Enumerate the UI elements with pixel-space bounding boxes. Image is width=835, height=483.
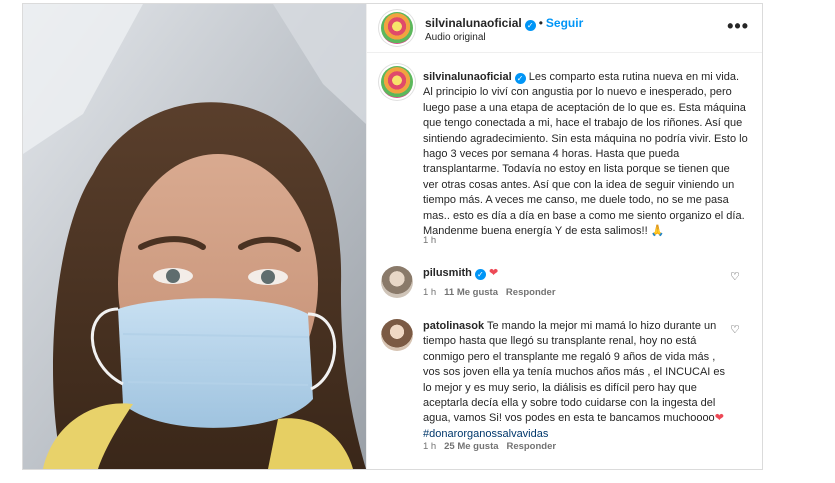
author-avatar[interactable] — [381, 12, 413, 44]
comment-author[interactable]: patolinasok — [423, 320, 484, 332]
comment-likes[interactable]: 11 Me gusta — [444, 287, 498, 298]
post-header: silvinalunaoficial ✓ • Seguir Audio origina… — [367, 4, 762, 53]
post-details-panel: silvinalunaoficial ✓ • Seguir Audio origina… — [366, 4, 762, 469]
heart-outline-icon[interactable]: ♡ — [730, 325, 740, 336]
author-username[interactable]: silvinalunaoficial — [425, 16, 522, 30]
verified-badge-icon: ✓ — [474, 269, 486, 280]
caption-author-username[interactable]: silvinalunaoficial — [423, 71, 512, 83]
verified-badge-icon: ✓ — [514, 73, 526, 84]
more-options-icon[interactable]: ••• — [727, 16, 749, 37]
comment-text: Te mando la mejor mi mamá lo hizo durant… — [423, 320, 726, 425]
comment-author[interactable]: pilusmith — [423, 267, 472, 279]
comment-meta: 1 h 25 Me gusta Responder — [423, 441, 556, 452]
comment-time[interactable]: 1 h — [423, 287, 436, 298]
audio-original-link[interactable]: Audio original — [425, 32, 486, 43]
comment-pilusmith: pilusmith ✓ ❤ — [423, 266, 498, 281]
comment-time[interactable]: 1 h — [423, 441, 436, 452]
hashtag-link[interactable]: #donarorganossalvavidas — [423, 428, 548, 440]
post-caption: silvinalunaoficial ✓ Les comparto esta ru… — [423, 70, 748, 239]
reply-button[interactable]: Responder — [506, 287, 556, 298]
reply-button[interactable]: Responder — [506, 441, 556, 452]
woman-selfie-image — [23, 4, 366, 469]
caption-text: Les comparto esta rutina nueva en mi vid… — [423, 71, 748, 238]
comment-meta: 1 h 11 Me gusta Responder — [423, 287, 556, 298]
separator-dot: • — [538, 16, 543, 30]
instagram-post: silvinalunaoficial ✓ • Seguir Audio origina… — [22, 3, 763, 470]
red-heart-emoji: ❤ — [488, 267, 499, 279]
heart-outline-icon[interactable]: ♡ — [730, 272, 740, 283]
follow-button[interactable]: Seguir — [546, 16, 583, 30]
comment-likes[interactable]: 25 Me gusta — [444, 441, 498, 452]
comment-avatar-pilusmith[interactable] — [381, 266, 413, 298]
comment-avatar-patolinasok[interactable] — [381, 319, 413, 351]
red-heart-emoji: ❤ — [714, 412, 724, 425]
caption-author-avatar[interactable] — [381, 66, 413, 98]
caption-timestamp[interactable]: 1 h — [423, 235, 436, 246]
verified-badge-icon: ✓ — [524, 20, 536, 31]
comment-patolinasok: patolinasok Te mando la mejor mi mamá lo… — [423, 319, 733, 442]
post-photo[interactable] — [23, 4, 366, 469]
